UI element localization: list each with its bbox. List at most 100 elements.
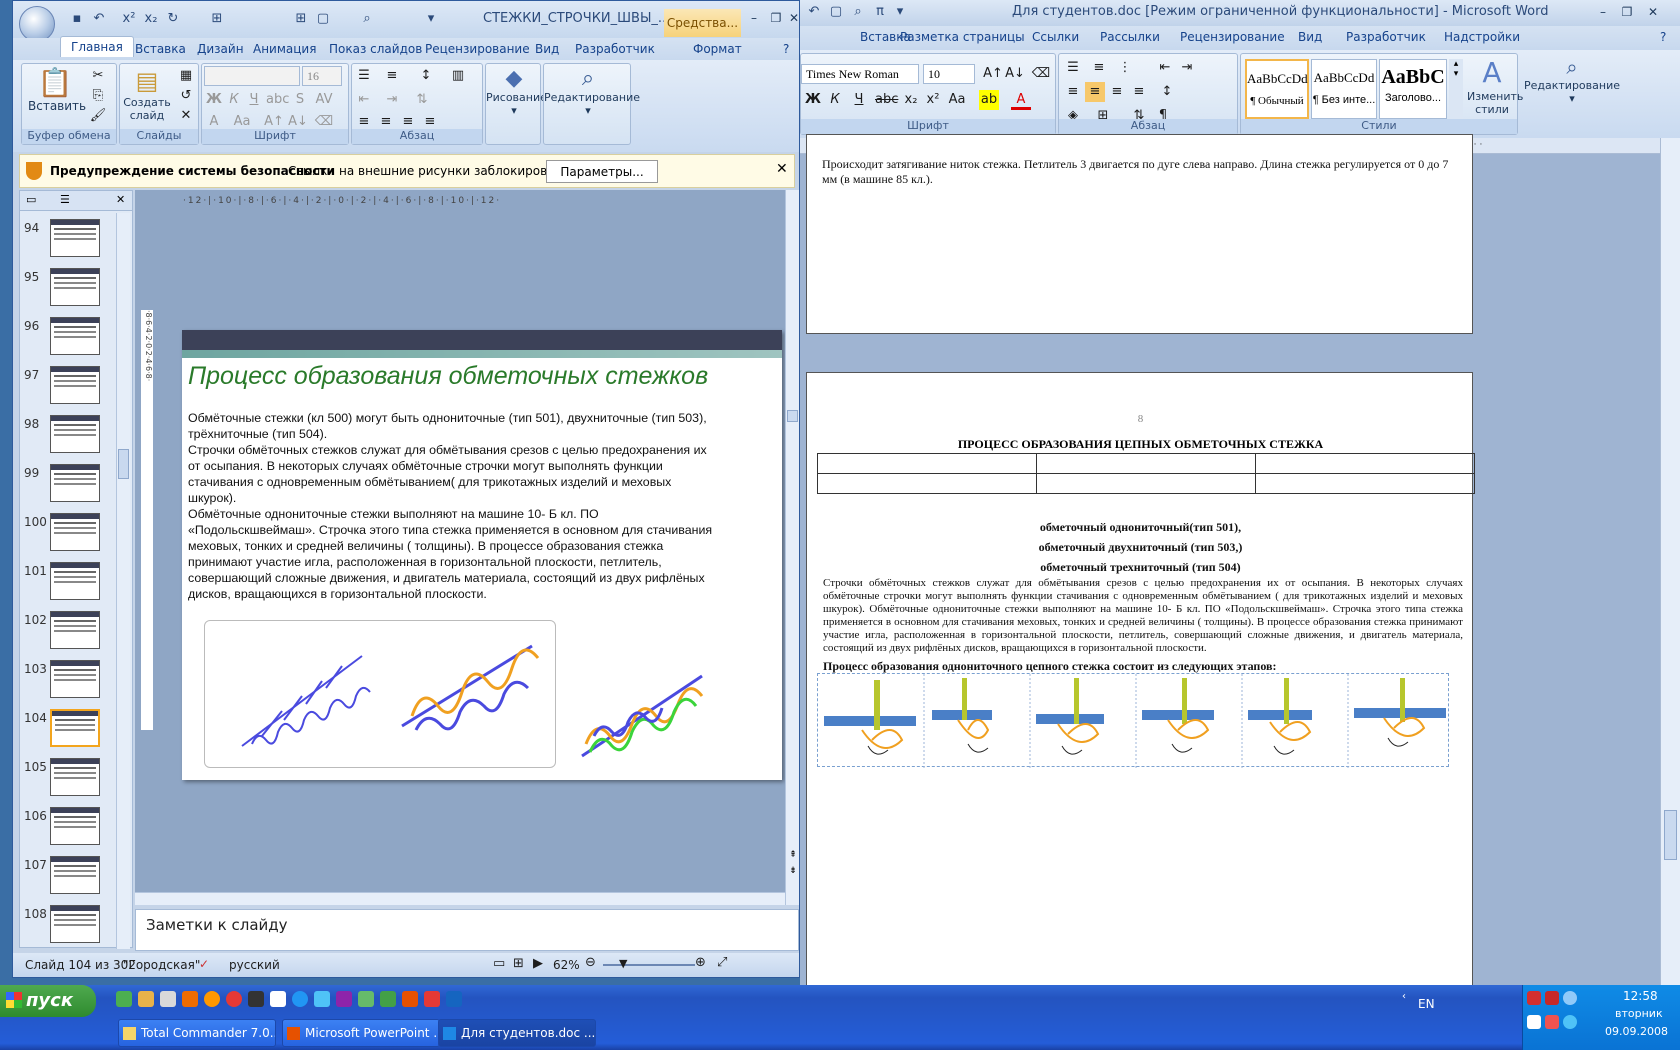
align-left-icon[interactable]: ≡ [1063, 82, 1083, 102]
fit-window-icon[interactable]: ⤢ [717, 955, 727, 970]
quicklaunch-icon-10[interactable] [314, 991, 330, 1007]
new-qa-icon[interactable]: ▢ [315, 11, 331, 27]
justify-icon[interactable]: ≡ [1129, 82, 1149, 102]
zoom-slider[interactable] [603, 964, 695, 966]
outline-tab-icon[interactable]: ☰ [60, 193, 70, 206]
security-options-button[interactable]: Параметры... [546, 160, 658, 183]
ppt-numbering-icon[interactable]: ≡ [382, 66, 402, 86]
ppt-linespacing-icon[interactable]: ↕ [416, 66, 436, 86]
word-tab-review[interactable]: Рецензирование [1180, 30, 1285, 44]
ppt-italic-icon[interactable]: К [224, 90, 244, 110]
ppt-tab-format[interactable]: Формат [693, 42, 742, 56]
bold-icon[interactable]: Ж [803, 90, 823, 110]
change-styles-button[interactable]: A Изменить стили [1467, 56, 1523, 116]
table-qa-icon[interactable]: ⊞ [209, 11, 225, 27]
tray-icon-3[interactable] [1563, 991, 1577, 1005]
ppt-tab-slideshow[interactable]: Показ слайдов [329, 42, 422, 56]
notes-pane[interactable]: Заметки к слайду [135, 909, 799, 951]
quicklaunch-icon-11[interactable] [336, 991, 352, 1007]
ppt-editing-button[interactable]: ⌕ Редактирование ▾ [544, 66, 640, 117]
slide-thumbnail[interactable] [50, 807, 100, 845]
ppt-outdent-icon[interactable]: ⇥ [382, 90, 402, 110]
strike-icon[interactable]: abc [875, 90, 898, 110]
drawing-tools-context[interactable]: Средства... [664, 9, 741, 37]
word-scroll-thumb[interactable] [1664, 810, 1677, 860]
slide-thumbnail[interactable] [50, 611, 100, 649]
slide-title[interactable]: Процесс образования обметочных стежков [188, 362, 708, 391]
word-tab-references[interactable]: Ссылки [1032, 30, 1079, 44]
taskbar-word[interactable]: Для студентов.doc ... [438, 1019, 596, 1047]
quicklaunch-icon-8[interactable] [270, 991, 286, 1007]
ppt-spacing-icon[interactable]: AV [314, 90, 334, 110]
change-case-icon[interactable]: Aa [947, 90, 967, 110]
ppt-undo-icon[interactable]: ↶ [91, 11, 107, 27]
ppt-direction-icon[interactable]: ⇅ [412, 90, 432, 110]
word-help-icon[interactable]: ? [1660, 30, 1666, 44]
format-painter-icon[interactable]: 🖌 [88, 106, 108, 126]
quicklaunch-icon-7[interactable] [248, 991, 264, 1007]
pi-icon[interactable]: π [872, 4, 888, 20]
zoom-in-icon[interactable]: ⊕ [695, 955, 706, 970]
tray-icon-4[interactable] [1527, 1015, 1541, 1029]
ppt-minimize-button[interactable]: – [743, 9, 765, 27]
spellcheck-icon[interactable]: ✓ [199, 957, 209, 971]
slide-thumbnail[interactable] [50, 268, 100, 306]
quicklaunch-icon-12[interactable] [358, 991, 374, 1007]
ppt-font-name-combo[interactable] [204, 66, 300, 86]
styles-scroll-icon[interactable]: ▴ ▾ [1449, 59, 1463, 119]
prev-slide-icon[interactable]: ⇞ [786, 850, 800, 860]
font-name-combo[interactable]: Times New Roman [801, 64, 919, 84]
slides-pane-scroll-thumb[interactable] [118, 449, 129, 479]
ppt-tab-home[interactable]: Главная [60, 36, 134, 57]
style-normal[interactable]: AaBbCcDd ¶ Обычный [1245, 59, 1309, 119]
ppt-tab-view[interactable]: Вид [535, 42, 559, 56]
layout-icon[interactable]: ▦ [176, 66, 196, 86]
word-vertical-scrollbar[interactable] [1660, 138, 1680, 985]
ppt-tab-insert[interactable]: Вставка [135, 42, 186, 56]
ppt-restore-button[interactable]: ❐ [765, 9, 787, 27]
slide-thumbnail[interactable] [50, 905, 100, 943]
bullets-icon[interactable]: ☰ [1063, 58, 1083, 78]
slide-vertical-scrollbar[interactable]: ⇞ ⇟ [785, 190, 799, 905]
ppt-underline-icon[interactable]: Ч [244, 90, 264, 110]
word-restore-button[interactable]: ❐ [1616, 3, 1638, 21]
qa-more-icon[interactable]: ▾ [423, 11, 439, 27]
paste-button[interactable]: 📋 Вставить [28, 66, 86, 113]
slide-thumbnail[interactable] [50, 660, 100, 698]
slide-horizontal-scrollbar[interactable] [135, 892, 785, 905]
quicklaunch-icon-9[interactable] [292, 991, 308, 1007]
qa-dropdown-icon[interactable]: ▾ [892, 4, 908, 20]
ppt-tab-animation[interactable]: Анимация [253, 42, 316, 56]
ppt-indent-icon[interactable]: ⇤ [354, 90, 374, 110]
word-tab-layout[interactable]: Разметка страницы [900, 30, 1025, 44]
excel-icon[interactable] [380, 991, 396, 1007]
quicklaunch-icon-3[interactable] [160, 991, 176, 1007]
italic-icon[interactable]: К [825, 90, 845, 110]
ppt-font-size-combo[interactable]: 16 [302, 66, 342, 86]
quicklaunch-icon-1[interactable] [116, 991, 132, 1007]
document-icon[interactable]: ▢ [828, 4, 844, 20]
cut-icon[interactable]: ✂ [88, 66, 108, 86]
slide-body[interactable]: Обмёточные стежки (кл 500) могут быть од… [188, 410, 748, 602]
reset-icon[interactable]: ↺ [176, 86, 196, 106]
increase-indent-icon[interactable]: ⇥ [1177, 58, 1197, 78]
undo-icon[interactable]: ↶ [806, 4, 822, 20]
preview-qa-icon[interactable]: ⌕ [359, 11, 375, 27]
slide-thumbnail[interactable] [50, 219, 100, 257]
quicklaunch-expand-icon[interactable]: ‹ [1402, 991, 1406, 1002]
word-tab-addins[interactable]: Надстройки [1444, 30, 1520, 44]
language-indicator[interactable]: EN [1418, 997, 1435, 1011]
normal-view-icon[interactable]: ▭ [493, 956, 505, 971]
office-button[interactable] [19, 6, 55, 42]
security-close-icon[interactable]: ✕ [776, 161, 788, 177]
underline-icon[interactable]: Ч [849, 90, 869, 110]
slide-thumbnail[interactable] [50, 366, 100, 404]
taskbar-total-commander[interactable]: Total Commander 7.0... [118, 1019, 276, 1047]
grid-qa-icon[interactable]: ⊞ [293, 11, 309, 27]
redo-icon[interactable]: ↻ [165, 11, 181, 27]
ppt-horizontal-ruler[interactable]: ·12·|·10·|·8·|·6·|·4·|·2·|·0·|·2·|·4·|·6… [183, 196, 763, 208]
numbering-icon[interactable]: ≡ [1089, 58, 1109, 78]
line-spacing-icon[interactable]: ↕ [1157, 82, 1177, 102]
word-tab-developer[interactable]: Разработчик [1346, 30, 1426, 44]
slide-thumbnail[interactable] [50, 758, 100, 796]
